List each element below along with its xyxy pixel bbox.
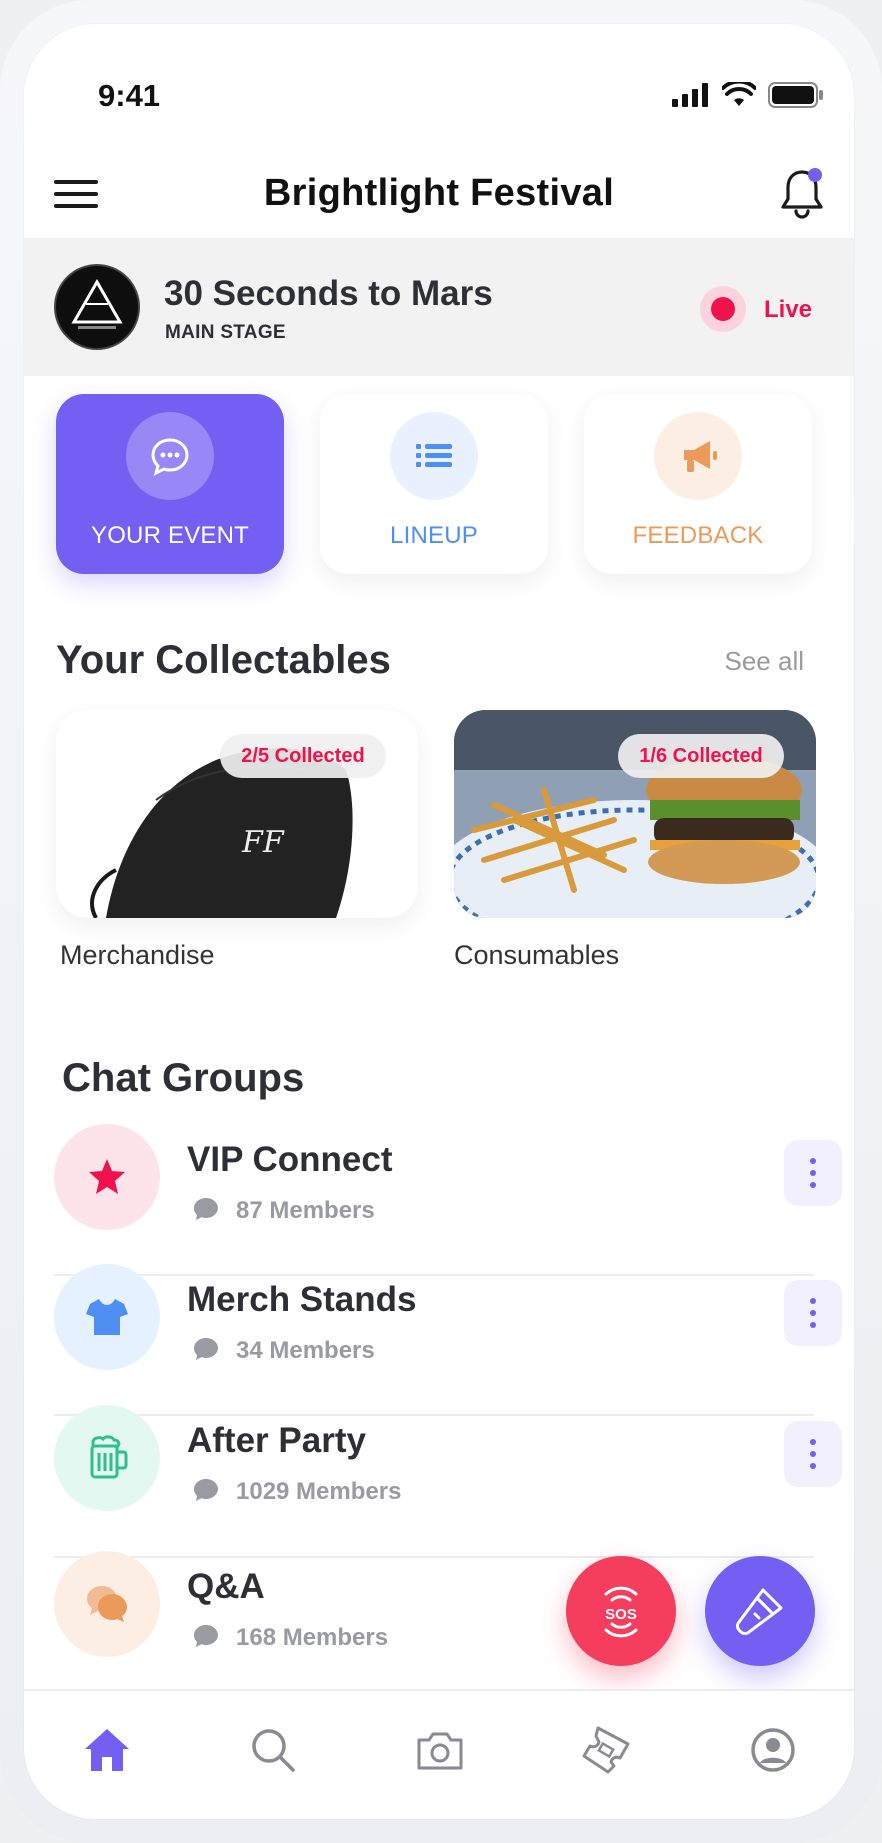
camera-icon[interactable] [413, 1723, 467, 1777]
flashlight-icon [736, 1588, 783, 1635]
feedback-card[interactable]: FEEDBACK [584, 394, 812, 574]
your-event-card[interactable]: YOUR EVENT [56, 394, 284, 574]
tshirt-icon [54, 1264, 160, 1370]
status-icons [672, 82, 824, 108]
sos-label: SOS [605, 1606, 637, 1623]
chat-group-name: After Party [187, 1421, 366, 1460]
home-icon[interactable] [80, 1723, 134, 1777]
comment-icon [194, 1625, 218, 1647]
more-options-button[interactable] [784, 1280, 842, 1346]
notification-bell-icon[interactable] [778, 166, 826, 220]
app-screen: 9:41 Brightlight Festival 30 Seconds to … [24, 24, 854, 1819]
sos-icon: SOS [604, 1586, 638, 1638]
ticket-icon[interactable] [579, 1723, 633, 1777]
sos-button[interactable]: SOS [566, 1556, 676, 1666]
feedback-label: FEEDBACK [632, 522, 764, 549]
chat-bubbles-icon [54, 1551, 160, 1657]
lineup-label: LINEUP [390, 522, 478, 549]
chat-group-name: VIP Connect [187, 1140, 393, 1179]
bottom-nav [24, 1689, 854, 1819]
chat-member-count: 168 Members [236, 1624, 389, 1651]
status-time: 9:41 [98, 78, 161, 113]
svg-text:FF: FF [241, 825, 285, 860]
profile-icon[interactable] [746, 1723, 800, 1777]
your-event-label: YOUR EVENT [90, 522, 250, 549]
star-icon [54, 1124, 160, 1230]
stage-name: MAIN STAGE [165, 322, 286, 343]
comment-icon [194, 1479, 218, 1501]
artist-logo [54, 264, 140, 350]
comment-icon [194, 1198, 218, 1220]
beer-mug-icon [54, 1405, 160, 1511]
search-icon[interactable] [246, 1723, 300, 1777]
phone-frame: 9:41 Brightlight Festival 30 Seconds to … [0, 0, 882, 1843]
app-header: Brightlight Festival [24, 124, 854, 238]
consumables-card[interactable]: 1/6 Collected [454, 710, 816, 918]
signal-icon [672, 83, 708, 107]
triad-logo-icon [71, 278, 123, 329]
page-title: Brightlight Festival [263, 172, 615, 214]
chat-groups-title: Chat Groups [62, 1056, 305, 1100]
see-all-link[interactable]: See all [725, 646, 805, 677]
chat-bubble-icon [126, 412, 214, 500]
merchandise-label: Merchandise [60, 940, 215, 970]
live-dot [711, 297, 735, 321]
wifi-icon [722, 82, 756, 106]
chat-member-count: 34 Members [236, 1337, 375, 1364]
live-label: Live [764, 296, 813, 323]
artist-name: 30 Seconds to Mars [164, 274, 493, 313]
chat-member-count: 1029 Members [236, 1478, 402, 1505]
comment-icon [194, 1338, 218, 1360]
chat-group-row[interactable]: VIP Connect 87 Members [54, 1124, 842, 1264]
now-playing-banner[interactable]: 30 Seconds to Mars MAIN STAGE Live [24, 238, 854, 376]
live-indicator [700, 286, 746, 332]
chat-member-count: 87 Members [236, 1197, 375, 1224]
lineup-card[interactable]: LINEUP [320, 394, 548, 574]
more-options-button[interactable] [784, 1140, 842, 1206]
more-options-button[interactable] [784, 1421, 842, 1487]
merchandise-card[interactable]: FF 2/5 Collected [56, 710, 418, 918]
chat-group-name: Q&A [187, 1567, 265, 1606]
list-icon [390, 412, 478, 500]
consumables-collected-badge: 1/6 Collected [618, 734, 784, 778]
chat-group-name: Merch Stands [187, 1280, 417, 1319]
chat-group-row[interactable]: After Party 1029 Members [54, 1405, 842, 1545]
chat-group-row[interactable]: Merch Stands 34 Members [54, 1264, 842, 1404]
megaphone-icon [654, 412, 742, 500]
consumables-label: Consumables [454, 940, 620, 970]
flashlight-button[interactable] [705, 1556, 815, 1666]
collectables-title: Your Collectables [56, 638, 391, 682]
merch-collected-badge: 2/5 Collected [220, 734, 386, 778]
status-bar: 9:41 [24, 24, 854, 124]
battery-icon [768, 82, 823, 108]
